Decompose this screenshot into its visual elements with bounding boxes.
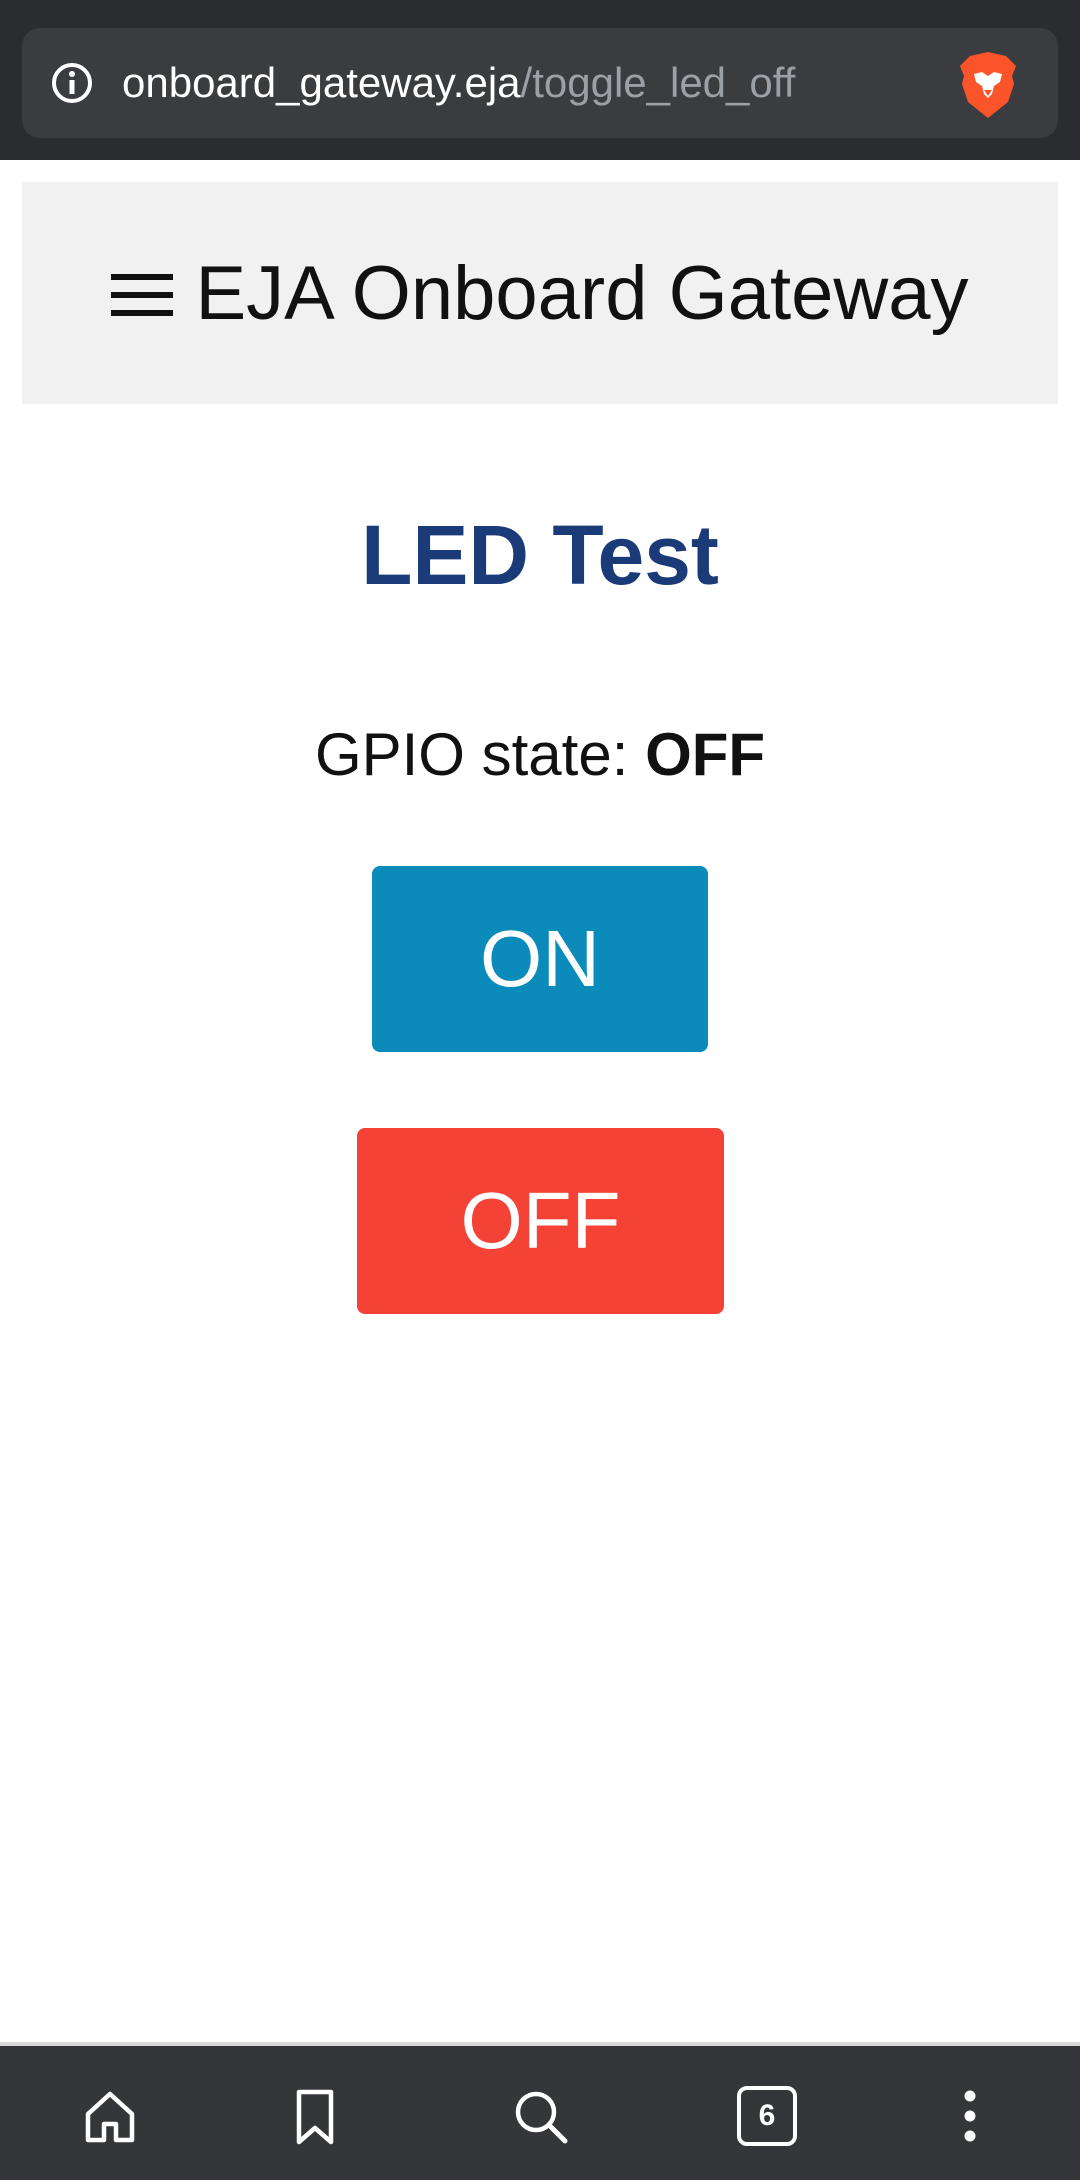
address-bar[interactable]: onboard_gateway.eja/toggle_led_off [22,28,1058,138]
led-on-button[interactable]: ON [372,866,708,1052]
url-text[interactable]: onboard_gateway.eja/toggle_led_off [122,28,795,138]
site-title: EJA Onboard Gateway [195,250,969,336]
tab-count: 6 [758,2099,776,2132]
gpio-state-text: GPIO state: OFF [0,720,1080,790]
home-icon[interactable] [80,2086,140,2146]
page-title: LED Test [361,508,719,602]
more-vertical-icon[interactable] [940,2086,1000,2146]
gpio-state-label: GPIO state: [314,721,646,788]
header-title-row: EJA Onboard Gateway [22,182,1058,404]
gpio-state-value: OFF [645,721,766,788]
browser-bottom-bar: 6 [0,2042,1080,2180]
led-off-button[interactable]: OFF [357,1128,724,1314]
bookmark-icon[interactable] [285,2086,345,2146]
url-path: /toggle_led_off [520,59,796,106]
info-icon[interactable] [50,61,94,105]
hamburger-menu-icon[interactable] [111,268,174,322]
browser-toolbar: onboard_gateway.eja/toggle_led_off [0,0,1080,160]
search-icon[interactable] [510,2086,570,2146]
url-domain: onboard_gateway.eja [122,59,521,106]
tabs-counter-icon[interactable]: 6 [737,2086,797,2146]
site-header: EJA Onboard Gateway [22,182,1058,404]
brave-lion-icon[interactable] [956,50,1020,120]
